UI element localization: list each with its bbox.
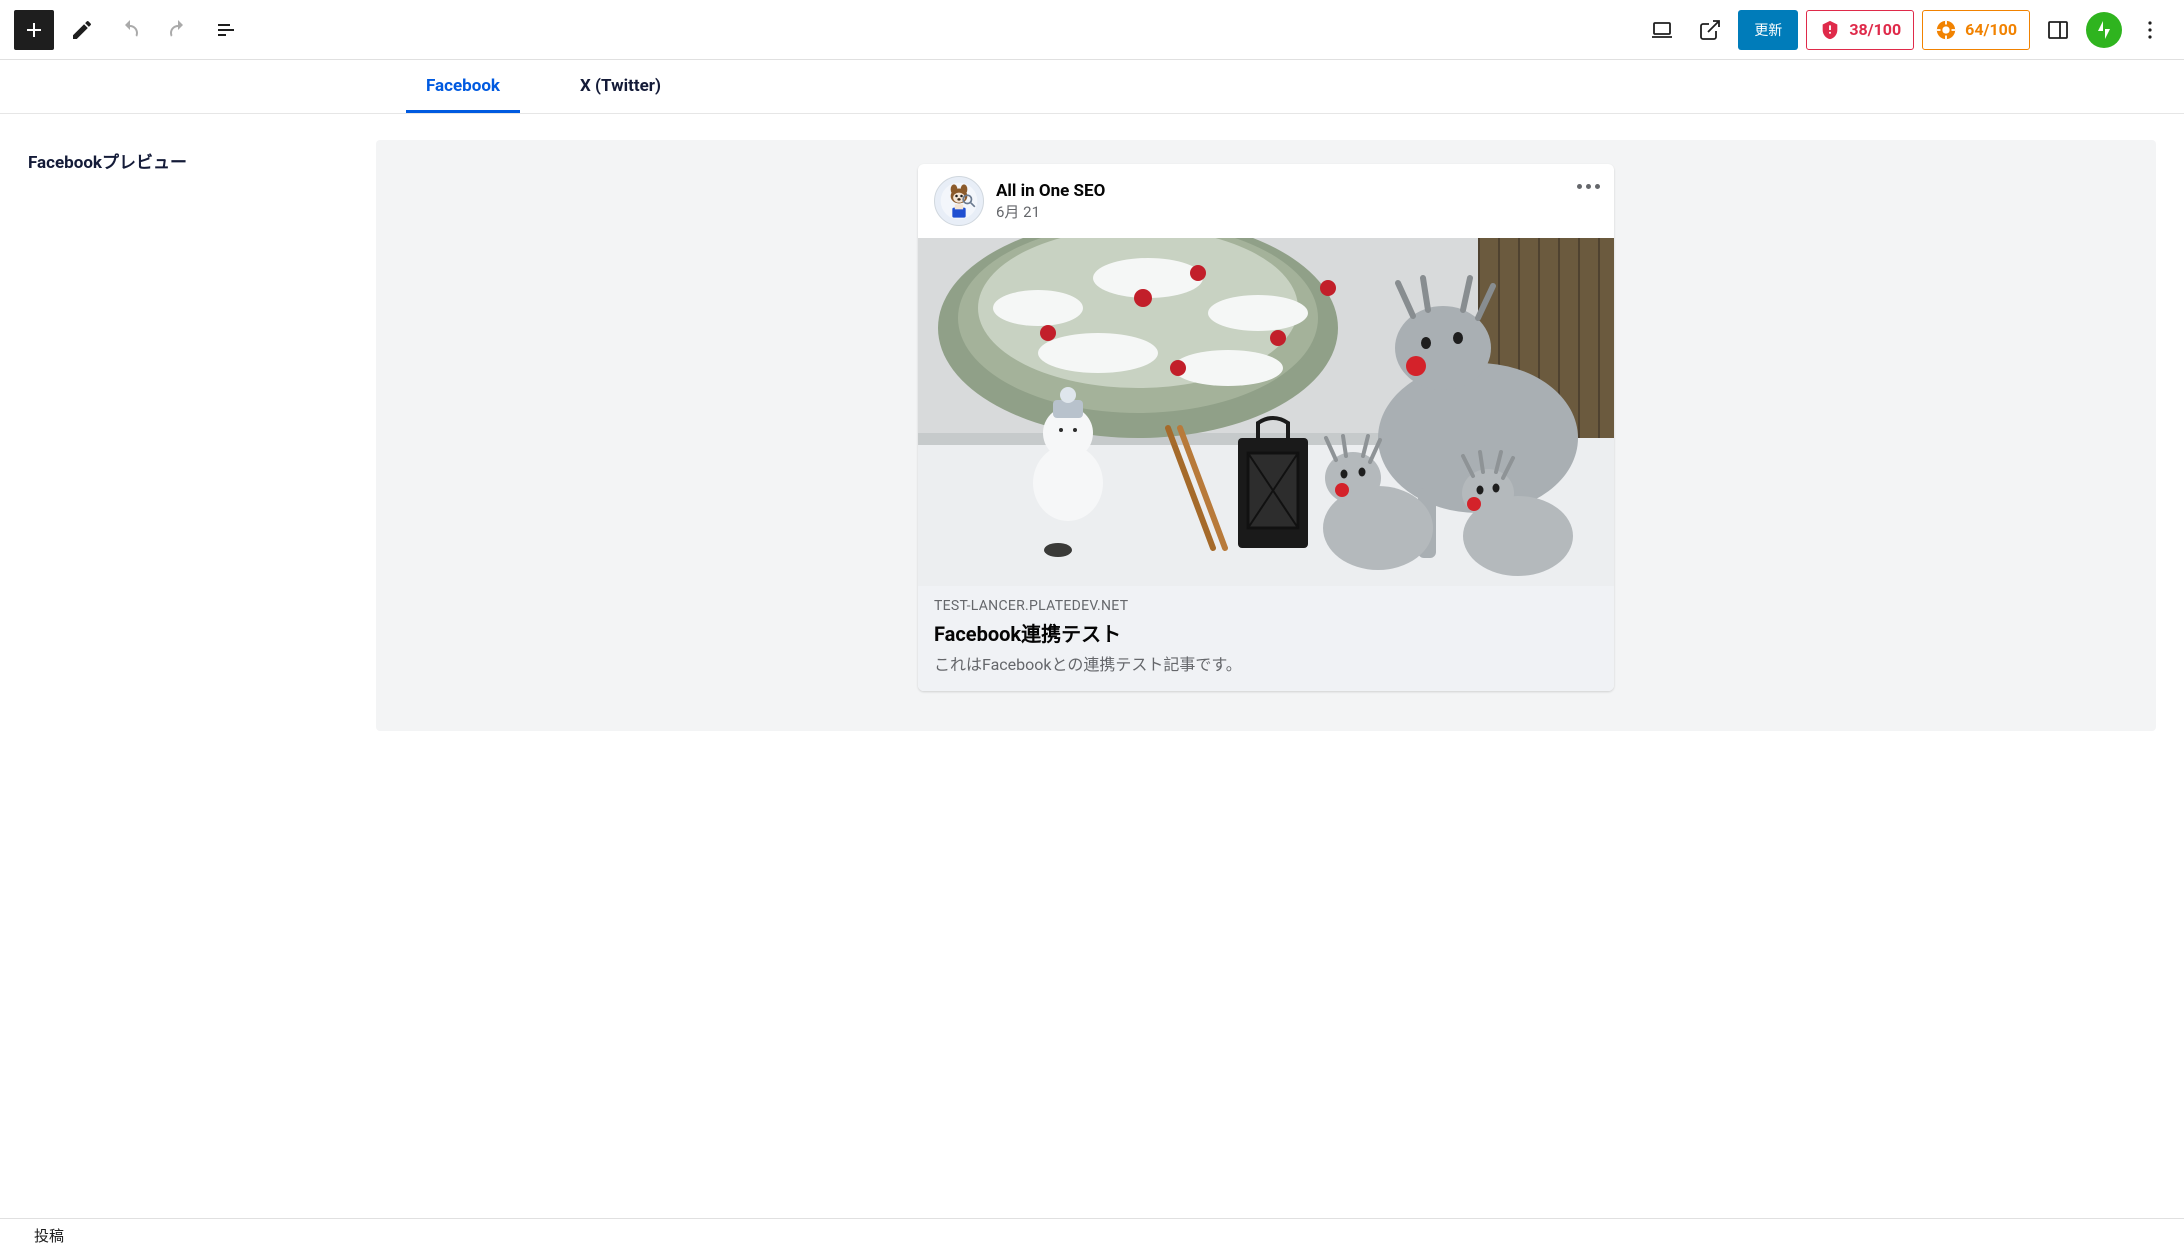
external-link-icon <box>1698 18 1722 42</box>
fb-date: 6月 21 <box>996 201 1105 222</box>
settings-sidebar-button[interactable] <box>2038 10 2078 50</box>
seo-score-orange[interactable]: 64/100 <box>1922 10 2030 50</box>
preview-pane: All in One SEO 6月 21 <box>376 140 2156 731</box>
undo-button[interactable] <box>110 10 150 50</box>
social-tabs: Facebook X (Twitter) <box>0 60 2184 114</box>
tab-twitter[interactable]: X (Twitter) <box>560 60 681 113</box>
fb-meta: All in One SEO 6月 21 <box>996 181 1105 222</box>
section-label: Facebookプレビュー <box>28 140 346 731</box>
editor-toolbar: 更新 38/100 64/100 <box>0 0 2184 60</box>
fb-preview-image-icon <box>918 238 1614 586</box>
fb-domain: TEST-LANCER.PLATEDEV.NET <box>934 598 1598 614</box>
undo-icon <box>118 18 142 42</box>
fb-more-button[interactable] <box>1577 184 1600 189</box>
preview-button[interactable] <box>1690 10 1730 50</box>
redo-icon <box>166 18 190 42</box>
content-area: Facebookプレビュー <box>0 114 2184 731</box>
document-overview-button[interactable] <box>206 10 246 50</box>
fb-title: Facebook連携テスト <box>934 618 1598 647</box>
sidebar-icon <box>2046 18 2070 42</box>
aioseo-mascot-icon <box>939 181 979 221</box>
footer-breadcrumb[interactable]: 投稿 <box>0 1218 2184 1252</box>
fb-description: これはFacebookとの連携テスト記事です。 <box>934 651 1598 675</box>
more-vertical-icon <box>2138 18 2162 42</box>
fb-body: TEST-LANCER.PLATEDEV.NET Facebook連携テスト こ… <box>918 586 1614 691</box>
seo-headline-icon <box>1935 19 1957 41</box>
edit-mode-button[interactable] <box>62 10 102 50</box>
seo-score-value: 38/100 <box>1849 20 1901 39</box>
laptop-icon <box>1650 18 1674 42</box>
jetpack-icon <box>2092 18 2116 42</box>
seo-headline-value: 64/100 <box>1965 20 2017 39</box>
fb-header: All in One SEO 6月 21 <box>918 164 1614 238</box>
add-block-button[interactable] <box>14 10 54 50</box>
options-button[interactable] <box>2130 10 2170 50</box>
list-icon <box>214 18 238 42</box>
redo-button[interactable] <box>158 10 198 50</box>
jetpack-button[interactable] <box>2086 12 2122 48</box>
view-button[interactable] <box>1642 10 1682 50</box>
toolbar-right: 更新 38/100 64/100 <box>1642 10 2170 50</box>
publish-button[interactable]: 更新 <box>1738 10 1798 50</box>
fb-image <box>918 238 1614 586</box>
facebook-preview-card: All in One SEO 6月 21 <box>918 164 1614 691</box>
toolbar-left <box>14 10 246 50</box>
seo-score-red[interactable]: 38/100 <box>1806 10 1914 50</box>
fb-avatar <box>934 176 984 226</box>
tab-facebook[interactable]: Facebook <box>406 60 520 113</box>
pencil-icon <box>70 18 94 42</box>
fb-author: All in One SEO <box>996 181 1105 201</box>
seo-score-icon <box>1819 19 1841 41</box>
plus-icon <box>22 18 46 42</box>
